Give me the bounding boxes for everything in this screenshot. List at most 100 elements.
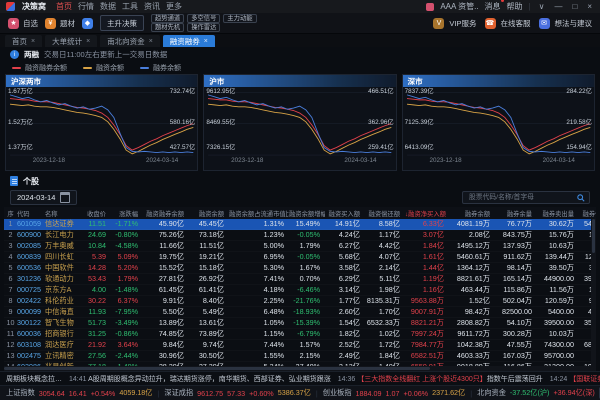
column-header-7[interactable]: 融资余额占流通市值比 xyxy=(229,209,289,218)
cell: 61.45亿 xyxy=(143,285,189,295)
decision-button[interactable]: 主升决策 xyxy=(100,15,144,31)
table-row[interactable]: 7000725京东方A4.00-1.48%61.45亿61.41亿4.18%-6… xyxy=(4,285,596,296)
news-item[interactable]: 14:41 A股周期股概念异动拉升，瑞达期货涨停，南华期货、西部证券、弘业期货跟… xyxy=(69,374,331,384)
column-header-5[interactable]: 融资融券余额 xyxy=(143,209,189,218)
column-header-11[interactable]: ↓融资净买入额 xyxy=(405,209,449,218)
favorites-icon[interactable]: ★ xyxy=(8,18,19,29)
maximize-button[interactable]: □ xyxy=(570,3,579,11)
close-button[interactable]: × xyxy=(585,3,594,11)
column-header-10[interactable]: 融资偿还额 xyxy=(365,209,405,218)
menu-item-5[interactable]: 更多 xyxy=(163,2,185,11)
feedback-icon[interactable]: ✉ xyxy=(539,18,550,29)
strategy-button-0[interactable]: 趋势通道 xyxy=(151,14,184,23)
cell: 1.70亿 xyxy=(365,307,405,317)
table-row[interactable]: 3002085万丰奥威10.84-4.58%11.66亿11.51亿5.00%1… xyxy=(4,241,596,252)
index-name[interactable]: 深证成指 xyxy=(164,388,193,398)
column-header-12[interactable]: 融券余额 xyxy=(449,209,495,218)
vertical-scrollbar[interactable] xyxy=(591,219,596,366)
vip-icon[interactable]: V xyxy=(433,18,444,29)
index-amount: 5386.37亿 xyxy=(278,388,311,398)
theme-icon[interactable]: ¥ xyxy=(45,18,56,29)
table-row[interactable]: 9000099中信海直11.93-7.95%5.50亿5.49亿6.48%-18… xyxy=(4,307,596,318)
gem-icon[interactable]: ◆ xyxy=(82,18,93,29)
cell: 2.08亿 xyxy=(449,230,495,240)
vertical-scrollbar-thumb[interactable] xyxy=(592,219,595,253)
tab-3[interactable]: 融资融券× xyxy=(163,35,215,47)
feedback-button[interactable]: 想法与建议 xyxy=(555,18,593,29)
strategy-button-2[interactable]: 主力动能 xyxy=(223,14,256,23)
index-name[interactable]: 创业板指 xyxy=(323,388,352,398)
tab-0[interactable]: 首页× xyxy=(5,35,42,47)
menu-item-2[interactable]: 数据 xyxy=(97,2,119,11)
menu-item-3[interactable]: 工具 xyxy=(119,2,141,11)
stock-search-input[interactable] xyxy=(467,193,571,202)
news-item[interactable]: 14:36 【三大指数全线翻红 上涨个股近4300只】指数午后震荡回升 xyxy=(338,374,543,384)
cell: 002475 xyxy=(17,351,45,361)
strategy-button-3[interactable]: 题材先机 xyxy=(151,23,184,32)
cell: -0.80% xyxy=(111,230,143,240)
column-header-15[interactable]: 融券偿还量 xyxy=(579,209,596,218)
help-button[interactable]: 帮助 xyxy=(507,1,523,12)
table-row[interactable]: 2600900长江电力24.69-0.80%75.26亿73.18亿1.23%-… xyxy=(4,230,596,241)
messages-button[interactable]: 消息 xyxy=(485,1,501,12)
vip-button[interactable]: VIP服务 xyxy=(449,18,476,29)
tab-2[interactable]: 南北向资金× xyxy=(100,35,160,47)
table-row[interactable]: 8002422科伦药业30.226.37%9.91亿8.40亿2.25%-21.… xyxy=(4,296,596,307)
news-item[interactable]: 14:24 【国联证券：银行后续绝对收益空间不大 具备高股息扩散特征的更受益】 xyxy=(550,374,600,384)
table-row[interactable]: 10300122智飞生物51.73-3.49%13.89亿13.61亿1.05%… xyxy=(4,318,596,329)
chevron-down-icon[interactable]: ∨ xyxy=(537,3,547,11)
minimize-button[interactable]: — xyxy=(552,3,564,11)
table-row[interactable]: 5600536中国软件14.285.20%15.52亿15.18亿5.30%1.… xyxy=(4,263,596,274)
menu-item-1[interactable]: 行情 xyxy=(75,2,97,11)
column-header-14[interactable]: 融券卖出量 xyxy=(537,209,579,218)
menu-item-4[interactable]: 资讯 xyxy=(141,2,163,11)
column-header-2[interactable]: 名称 xyxy=(45,209,83,218)
horizontal-scrollbar-thumb[interactable] xyxy=(4,367,430,370)
table-row[interactable]: 4600839四川长虹5.395.09%19.75亿19.21亿6.95%-0.… xyxy=(4,252,596,263)
horizontal-scrollbar[interactable] xyxy=(4,366,596,371)
cell: 软通动力 xyxy=(45,274,83,284)
close-tab-icon[interactable]: × xyxy=(31,38,35,45)
menu-item-0[interactable]: 首页 xyxy=(53,2,75,11)
column-header-1[interactable]: 代码 xyxy=(17,209,45,218)
column-header-3[interactable]: 收盘价 xyxy=(83,209,111,218)
theme-button[interactable]: 题材 xyxy=(60,18,75,29)
table-row[interactable]: 6301236软通动力53.431.79%27.81亿26.92亿7.41%0.… xyxy=(4,274,596,285)
favorites-button[interactable]: 自选 xyxy=(23,18,38,29)
column-header-9[interactable]: 融资买入额 xyxy=(325,209,365,218)
index-name[interactable]: 上证指数 xyxy=(6,388,35,398)
news-item[interactable]: 周期板块概念拉… xyxy=(6,374,62,384)
stock-search xyxy=(462,191,590,204)
cell: 11.66亿 xyxy=(143,241,189,251)
right-axis-tick: 259.41亿 xyxy=(368,145,394,151)
table-row[interactable]: 1601059信达证券11.51-1.71%45.90亿45.45亿1.31%1… xyxy=(4,219,596,230)
headset-icon[interactable]: ☎ xyxy=(485,18,496,29)
column-header-13[interactable]: 融券余量 xyxy=(495,209,537,218)
column-header-4[interactable]: 涨跌幅 xyxy=(111,209,143,218)
account-label[interactable]: AAA 资管.. xyxy=(440,1,478,12)
close-tab-icon[interactable]: × xyxy=(149,38,153,45)
service-button[interactable]: 在线客服 xyxy=(501,18,531,29)
table-row[interactable]: 11600036招商银行31.25-0.86%74.85亿73.89亿1.15%… xyxy=(4,329,596,340)
close-tab-icon[interactable]: × xyxy=(86,38,90,45)
table-header-row: 序代码名称收盘价涨跌幅融资融券余额融资余额融资余额占流通市值比融资余额增幅融资买… xyxy=(4,207,596,219)
strategy-button-4[interactable]: 操作雷达 xyxy=(187,23,220,32)
strategy-button-1[interactable]: 多空信号 xyxy=(187,14,220,23)
cell: 14.28 xyxy=(83,263,111,273)
date-picker[interactable]: 2024-03-14 xyxy=(10,190,77,205)
close-tab-icon[interactable]: × xyxy=(204,38,208,45)
column-header-8[interactable]: 融资余额增幅 xyxy=(289,209,325,218)
column-header-6[interactable]: 融资余额 xyxy=(189,209,229,218)
cell: 9611.72万 xyxy=(449,329,495,339)
table-row[interactable]: 12603108润达医疗21.923.64%9.84亿9.74亿7.44%1.5… xyxy=(4,340,596,351)
cell: 2.60亿 xyxy=(325,307,365,317)
cell: 15.76万 xyxy=(537,230,579,240)
search-icon[interactable] xyxy=(577,194,585,202)
table-row[interactable]: 13002475立讯精密27.56-2.44%30.96亿30.50亿1.55%… xyxy=(4,351,596,362)
cell: 30.96亿 xyxy=(143,351,189,361)
cell: 911.62万 xyxy=(495,252,537,262)
column-header-0[interactable]: 序 xyxy=(4,209,17,218)
table-controls: 2024-03-14 xyxy=(0,189,600,206)
tab-1[interactable]: 大单统计× xyxy=(45,35,97,47)
left-axis-tick: 1.67万亿 xyxy=(8,89,33,95)
